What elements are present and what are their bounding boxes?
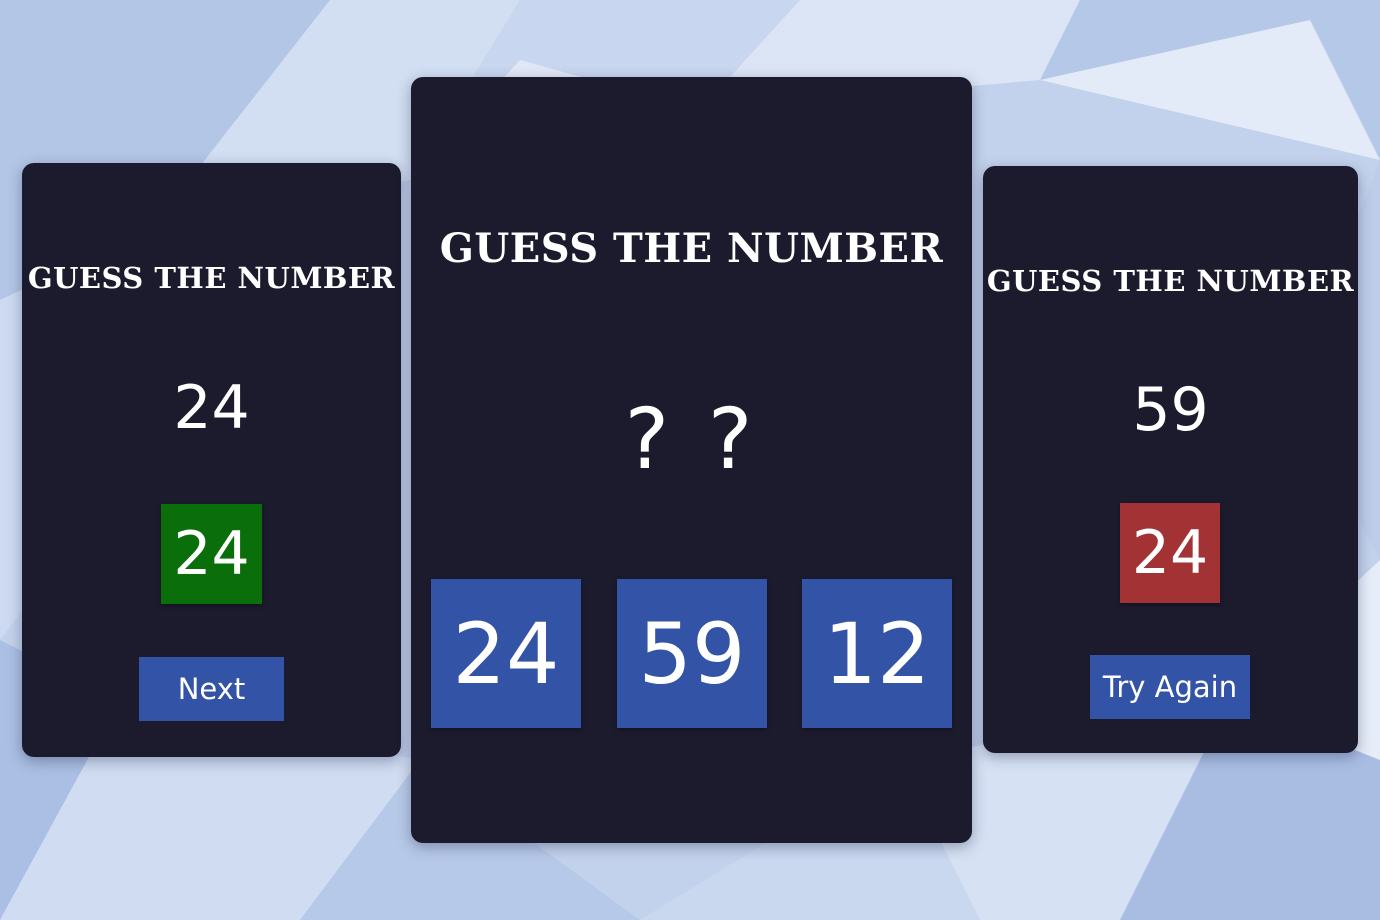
game-title: GUESS THE NUMBER <box>27 261 396 295</box>
game-title: GUESS THE NUMBER <box>986 264 1355 298</box>
question-card: GUESS THE NUMBER ? ? 24 59 12 <box>411 77 972 843</box>
result-card-correct: GUESS THE NUMBER 24 24 Next <box>22 163 401 757</box>
hidden-number: ? ? <box>624 390 759 488</box>
wrong-answer-tile: 24 <box>1120 503 1220 603</box>
target-number: 24 <box>173 373 250 443</box>
choice-button-3[interactable]: 12 <box>802 579 952 728</box>
target-number: 59 <box>1132 375 1209 445</box>
choice-button-1[interactable]: 24 <box>431 579 581 728</box>
result-card-wrong: GUESS THE NUMBER 59 24 Try Again <box>983 166 1358 753</box>
try-again-button[interactable]: Try Again <box>1090 655 1250 719</box>
game-title: GUESS THE NUMBER <box>439 225 944 272</box>
correct-answer-tile: 24 <box>161 504 262 604</box>
choice-button-2[interactable]: 59 <box>617 579 767 728</box>
next-button[interactable]: Next <box>139 657 284 721</box>
